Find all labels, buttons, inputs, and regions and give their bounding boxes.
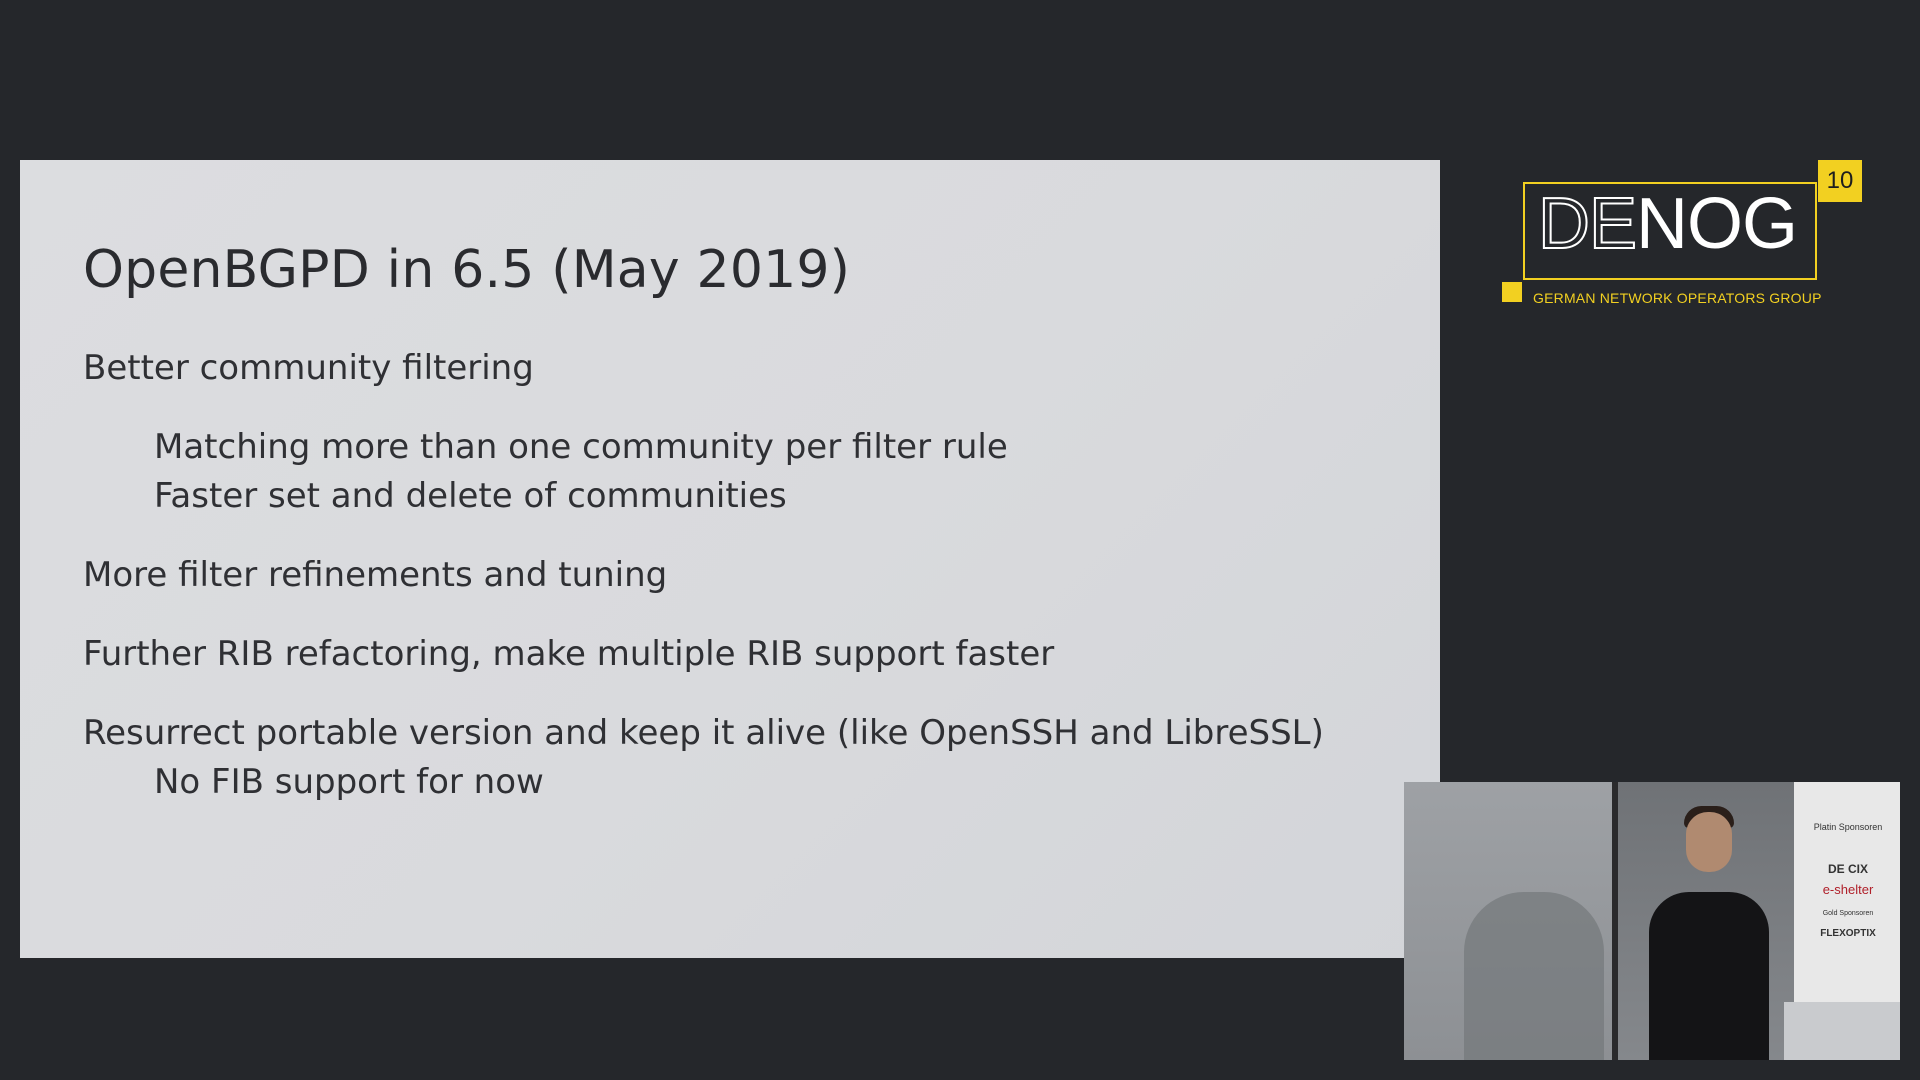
bullet-group: Better community filtering Matching more… xyxy=(83,344,1440,521)
presentation-slide: OpenBGPD in 6.5 (May 2019) Better commun… xyxy=(20,160,1440,958)
podium xyxy=(1784,1002,1900,1060)
logo-word-bold: NOG xyxy=(1636,184,1798,264)
denog-logo: DENOG 10 GERMAN NETWORK OPERATORS GROUP xyxy=(1502,160,1882,310)
logo-subtitle: GERMAN NETWORK OPERATORS GROUP xyxy=(1533,290,1822,306)
bullet-item: Resurrect portable version and keep it a… xyxy=(83,713,1324,753)
logo-accent-square xyxy=(1502,282,1522,302)
sub-bullet-item: Matching more than one community per fil… xyxy=(154,427,1008,467)
bullet-item: Better community filtering xyxy=(83,348,534,388)
banner-flexoptix-logo: FLEXOPTIX xyxy=(1820,928,1876,939)
speaker-video: Platin Sponsoren DE CIX e-shelter Gold S… xyxy=(1404,782,1900,1060)
logo-word-light: DE xyxy=(1537,184,1638,264)
bullet-item: Further RIB refactoring, make multiple R… xyxy=(83,634,1055,674)
speaker-body xyxy=(1649,892,1769,1060)
logo-edition-badge: 10 xyxy=(1818,160,1862,202)
logo-wordmark: DENOG xyxy=(1537,187,1798,261)
video-wall-left xyxy=(1404,782,1612,1060)
sub-bullet-item: No FIB support for now xyxy=(154,762,544,802)
bullet-group: Resurrect portable version and keep it a… xyxy=(83,709,1440,807)
sub-bullet-item: Faster set and delete of communities xyxy=(154,476,787,516)
speaker-head xyxy=(1686,812,1732,872)
slide-title: OpenBGPD in 6.5 (May 2019) xyxy=(83,240,851,300)
banner-eshelter-logo: e-shelter xyxy=(1822,882,1874,897)
banner-decix-logo: DE CIX xyxy=(1827,862,1868,876)
bullet-group: More filter refinements and tuning xyxy=(83,551,1440,600)
banner-platin-label: Platin Sponsoren xyxy=(1813,822,1883,832)
banner-gold-label: Gold Sponsoren xyxy=(1822,910,1874,917)
video-shadow xyxy=(1464,892,1604,1060)
bullet-group: Further RIB refactoring, make multiple R… xyxy=(83,630,1440,679)
bullet-item: More filter refinements and tuning xyxy=(83,555,668,595)
